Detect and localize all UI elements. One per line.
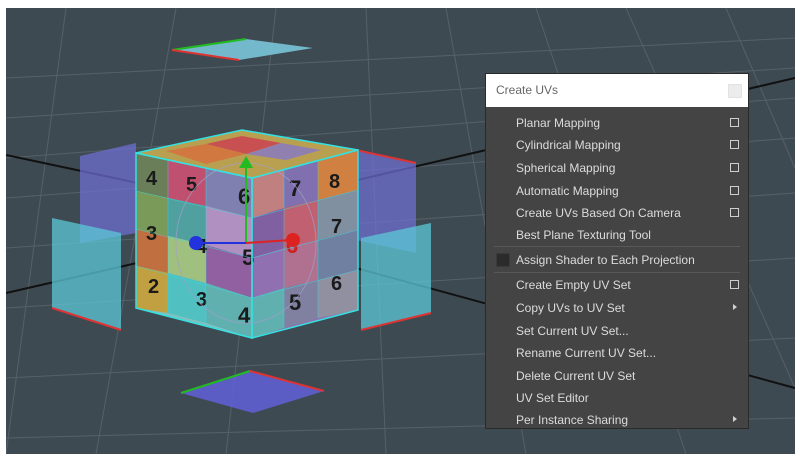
menu-item-label: Spherical Mapping xyxy=(516,161,616,175)
menu-item-cylindrical-mapping[interactable]: Cylindrical Mapping xyxy=(486,134,748,156)
menu-item-label: Copy UVs to UV Set xyxy=(516,301,625,315)
option-box-icon[interactable] xyxy=(730,208,739,217)
top-projection-plane[interactable] xyxy=(172,39,313,60)
menu-item-label: Set Current UV Set... xyxy=(516,324,629,338)
menu-item-label: Delete Current UV Set xyxy=(516,369,636,383)
menu-item-label: Per Instance Sharing xyxy=(516,413,629,427)
manip-z-handle[interactable] xyxy=(189,236,203,250)
svg-text:6: 6 xyxy=(238,184,250,209)
option-box-icon[interactable] xyxy=(730,186,739,195)
menu-item-planar-mapping[interactable]: Planar Mapping xyxy=(486,112,748,134)
menu-title: Create UVs xyxy=(496,83,559,97)
menu-item-label: Rename Current UV Set... xyxy=(516,346,657,360)
svg-text:6: 6 xyxy=(331,273,342,295)
menu-item-uv-set-editor[interactable]: UV Set Editor xyxy=(486,387,748,409)
menu-item-label: UV Set Editor xyxy=(516,391,589,405)
svg-text:8: 8 xyxy=(329,171,340,193)
menu-separator xyxy=(494,272,740,273)
checkbox[interactable] xyxy=(496,253,510,267)
option-box-icon[interactable] xyxy=(730,280,739,289)
left-projection-plane[interactable] xyxy=(52,218,121,330)
menu-item-label: Automatic Mapping xyxy=(516,184,619,198)
menu-item-copy-uvs[interactable]: Copy UVs to UV Set xyxy=(486,297,748,319)
menu-separator xyxy=(494,246,740,247)
menu-item-delete-uv-set[interactable]: Delete Current UV Set xyxy=(486,365,748,387)
menu-item-label: Cylindrical Mapping xyxy=(516,138,621,152)
menu-item-rename-uv-set[interactable]: Rename Current UV Set... xyxy=(486,342,748,364)
menu-item-set-current-uv-set[interactable]: Set Current UV Set... xyxy=(486,320,748,342)
menu-item-label: Assign Shader to Each Projection xyxy=(516,253,695,267)
svg-text:4: 4 xyxy=(238,303,251,328)
svg-text:7: 7 xyxy=(289,176,301,201)
menu-item-best-plane-texturing[interactable]: Best Plane Texturing Tool xyxy=(486,224,748,246)
menu-item-automatic-mapping[interactable]: Automatic Mapping xyxy=(486,180,748,202)
menu-item-create-empty-uv-set[interactable]: Create Empty UV Set xyxy=(486,274,748,296)
bottom-projection-plane[interactable] xyxy=(181,371,324,413)
manip-x-handle[interactable] xyxy=(286,233,300,247)
menu-item-label: Best Plane Texturing Tool xyxy=(516,228,651,242)
menu-item-create-uvs-camera[interactable]: Create UVs Based On Camera xyxy=(486,202,748,224)
menu-item-label: Planar Mapping xyxy=(516,116,601,130)
3d-viewport[interactable]: 4 5 6 7 8 3 4 5 6 7 2 3 4 5 6 xyxy=(6,8,795,454)
menu-item-spherical-mapping[interactable]: Spherical Mapping xyxy=(486,157,748,179)
create-uvs-menu: Create UVs Planar Mapping Cylindrical Ma… xyxy=(485,73,749,429)
menu-item-label: Create Empty UV Set xyxy=(516,278,631,292)
tear-off-close-icon[interactable] xyxy=(728,84,742,98)
svg-text:5: 5 xyxy=(289,290,301,315)
option-box-icon[interactable] xyxy=(730,118,739,127)
submenu-arrow-icon xyxy=(733,416,737,422)
svg-text:4: 4 xyxy=(146,168,158,190)
right-projection-plane[interactable] xyxy=(361,223,431,330)
menu-item-assign-shader[interactable]: Assign Shader to Each Projection xyxy=(486,249,748,271)
svg-text:2: 2 xyxy=(148,276,159,298)
menu-title-bar[interactable]: Create UVs xyxy=(486,74,748,107)
menu-item-per-instance-sharing[interactable]: Per Instance Sharing xyxy=(486,409,748,431)
submenu-arrow-icon xyxy=(733,304,737,310)
menu-item-label: Create UVs Based On Camera xyxy=(516,206,681,220)
option-box-icon[interactable] xyxy=(730,163,739,172)
option-box-icon[interactable] xyxy=(730,140,739,149)
